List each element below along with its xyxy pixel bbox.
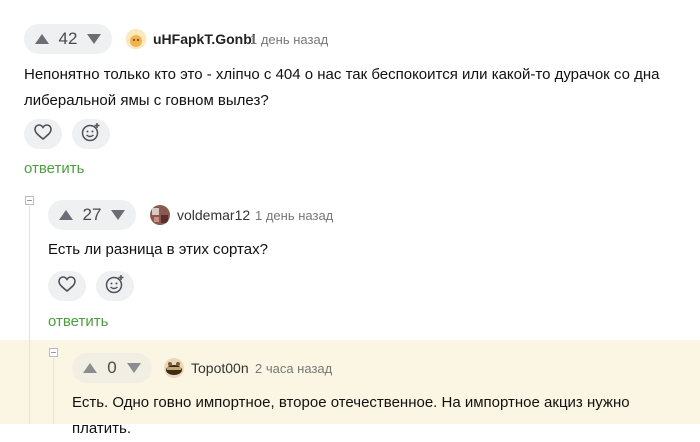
arrow-up-icon[interactable] [80,358,100,378]
comment-author[interactable]: uHFapkT.Gonbl [153,31,256,47]
arrow-down-icon[interactable] [108,205,128,225]
collapse-toggle-icon[interactable] [25,196,34,205]
avatar[interactable] [126,29,146,49]
vote-count: 42 [58,29,78,48]
comment-time[interactable]: 2 часа назад [255,361,332,376]
avatar[interactable] [150,205,170,225]
vote-control: 0 [72,353,152,383]
like-button[interactable] [24,119,62,149]
reply-link[interactable]: ответить [48,313,108,330]
vote-count: 27 [82,205,102,224]
comment-author[interactable]: Topot00n [191,360,249,376]
emoji-add-icon [105,274,125,299]
react-button[interactable] [72,119,110,149]
heart-icon [58,275,76,297]
vote-control: 27 [48,200,136,230]
comment-text: Есть ли разница в этих сортах? [48,241,268,258]
reply-link[interactable]: ответить [24,160,84,177]
like-button[interactable] [48,271,86,301]
avatar[interactable] [164,358,184,378]
react-button[interactable] [96,271,134,301]
vote-count: 0 [107,358,117,377]
comment-author[interactable]: voldemar12 [177,207,250,223]
arrow-up-icon[interactable] [32,29,52,49]
comment-text: Есть. Одно говно импортное, второе отече… [72,394,630,437]
collapse-toggle-icon[interactable] [49,348,58,357]
comment-text: Непонятно только кто это - хлiпчо с 404 … [24,66,660,109]
arrow-down-icon[interactable] [124,358,144,378]
thread-line-level-1 [29,206,30,424]
arrow-down-icon[interactable] [84,29,104,49]
thread-line-level-2 [53,358,54,424]
arrow-up-icon[interactable] [56,205,76,225]
emoji-add-icon [81,122,101,147]
comment-time[interactable]: 1 день назад [250,32,328,47]
comment-time[interactable]: 1 день назад [255,208,333,223]
vote-control: 42 [24,24,112,54]
heart-icon [34,123,52,145]
